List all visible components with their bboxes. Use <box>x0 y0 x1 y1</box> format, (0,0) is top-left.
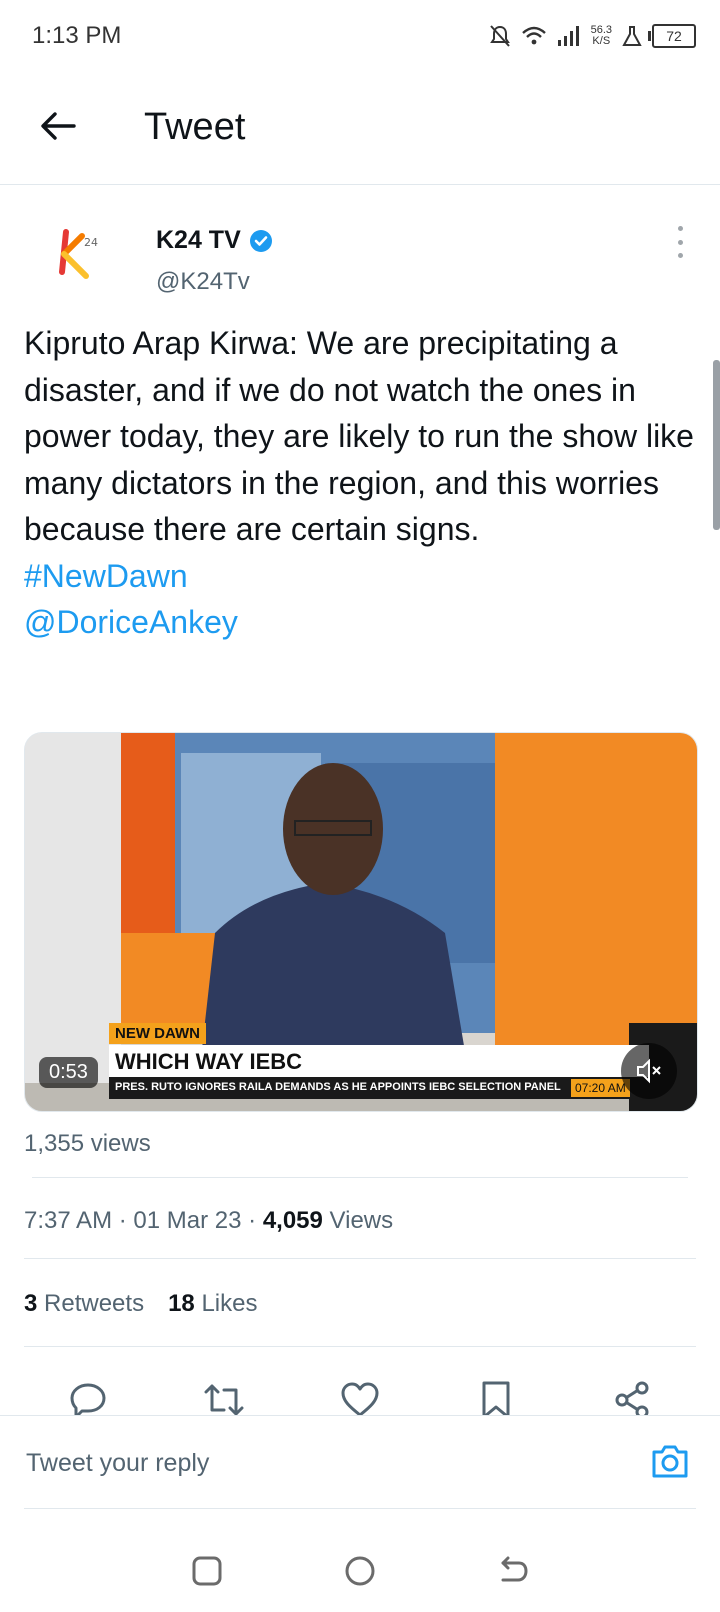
network-speed-unit: K/S <box>592 35 611 47</box>
flask-icon <box>622 26 642 46</box>
retweets-stat[interactable]: 3 Retweets <box>24 1290 144 1318</box>
avatar[interactable]: 24 <box>48 220 120 292</box>
heart-icon <box>341 1382 379 1417</box>
back-button[interactable] <box>34 102 82 150</box>
hashtag-link[interactable]: #NewDawn <box>24 553 704 600</box>
share-icon <box>615 1381 649 1419</box>
lower-third-ticker: PRES. RUTO IGNORES RAILA DEMANDS AS HE A… <box>109 1077 649 1099</box>
more-vertical-icon-dot <box>677 226 683 231</box>
bookmark-icon <box>482 1381 510 1419</box>
ticker-time: 07:20 AM <box>571 1079 630 1097</box>
signal-icon <box>557 26 579 46</box>
engagement-stats: 3 Retweets 18 Likes <box>24 1290 257 1318</box>
divider <box>24 1346 696 1347</box>
views-label: Views <box>329 1207 394 1234</box>
more-vertical-icon-dot <box>677 253 683 258</box>
tweet-time: 7:37 AM <box>24 1207 113 1234</box>
retweet-icon <box>204 1384 244 1416</box>
reply-input[interactable] <box>24 1440 608 1486</box>
mute-button[interactable] <box>621 1043 677 1099</box>
tweet-date: 01 Mar 23 <box>133 1207 242 1234</box>
page-title: Tweet <box>144 106 246 148</box>
home-icon <box>345 1556 375 1586</box>
camera-button[interactable] <box>650 1442 690 1482</box>
header: Tweet <box>0 72 720 185</box>
recents-button[interactable] <box>185 1549 229 1593</box>
system-nav-bar <box>0 1530 720 1612</box>
k24-logo: 24 <box>48 220 120 292</box>
video-views: 1,355 views <box>24 1130 151 1157</box>
reply-bar <box>0 1415 720 1509</box>
reply-icon <box>70 1383 106 1419</box>
author-display-name: K24 TV <box>156 226 241 254</box>
mention-link[interactable]: @DoriceAnkey <box>24 599 704 646</box>
scrollbar[interactable] <box>713 360 720 530</box>
back-nav-icon <box>501 1556 528 1582</box>
lower-third-title: WHICH WAY IEBC <box>109 1045 649 1079</box>
verified-badge-icon <box>249 229 272 252</box>
tweet-body: Kipruto Arap Kirwa: We are precipitating… <box>24 320 704 646</box>
reply-divider <box>24 1508 696 1509</box>
mute-icon <box>637 1058 661 1084</box>
likes-count: 18 <box>168 1290 195 1317</box>
separator: · <box>118 1207 127 1234</box>
divider <box>24 1258 696 1259</box>
separator: · <box>248 1207 257 1234</box>
views-count: 4,059 <box>262 1207 323 1234</box>
status-bar: 1:13 PM 56.3 K/S 72 <box>0 0 720 72</box>
video-player[interactable]: NEW DAWN WHICH WAY IEBC PRES. RUTO IGNOR… <box>24 732 698 1112</box>
status-time: 1:13 PM <box>32 22 122 49</box>
author-name[interactable]: K24 TV <box>156 226 273 255</box>
arrow-left-icon <box>41 112 76 140</box>
tweet-timestamp: 7:37 AM · 01 Mar 23 · 4,059 Views <box>24 1207 393 1235</box>
mute-notifications-icon <box>489 25 510 47</box>
network-speed: 56.3 K/S <box>591 25 612 47</box>
svg-text:24: 24 <box>84 236 98 249</box>
home-button[interactable] <box>338 1549 382 1593</box>
tweet-text: Kipruto Arap Kirwa: We are precipitating… <box>24 325 694 547</box>
author-handle[interactable]: @K24Tv <box>156 268 250 296</box>
video-duration: 0:53 <box>39 1057 98 1088</box>
likes-stat[interactable]: 18 Likes <box>168 1290 257 1318</box>
back-nav-button[interactable] <box>491 1549 535 1593</box>
camera-icon <box>652 1445 688 1478</box>
more-options-button[interactable] <box>668 222 692 262</box>
battery-indicator: 72 <box>648 24 696 48</box>
more-vertical-icon-dot <box>677 239 683 245</box>
divider <box>32 1177 688 1178</box>
lower-third-tag: NEW DAWN <box>109 1023 206 1044</box>
wifi-icon <box>521 26 546 45</box>
likes-label: Likes <box>201 1290 258 1317</box>
status-icons: 56.3 K/S 72 <box>489 20 696 52</box>
recents-icon <box>192 1556 222 1586</box>
retweets-label: Retweets <box>44 1290 145 1317</box>
retweets-count: 3 <box>24 1290 38 1317</box>
